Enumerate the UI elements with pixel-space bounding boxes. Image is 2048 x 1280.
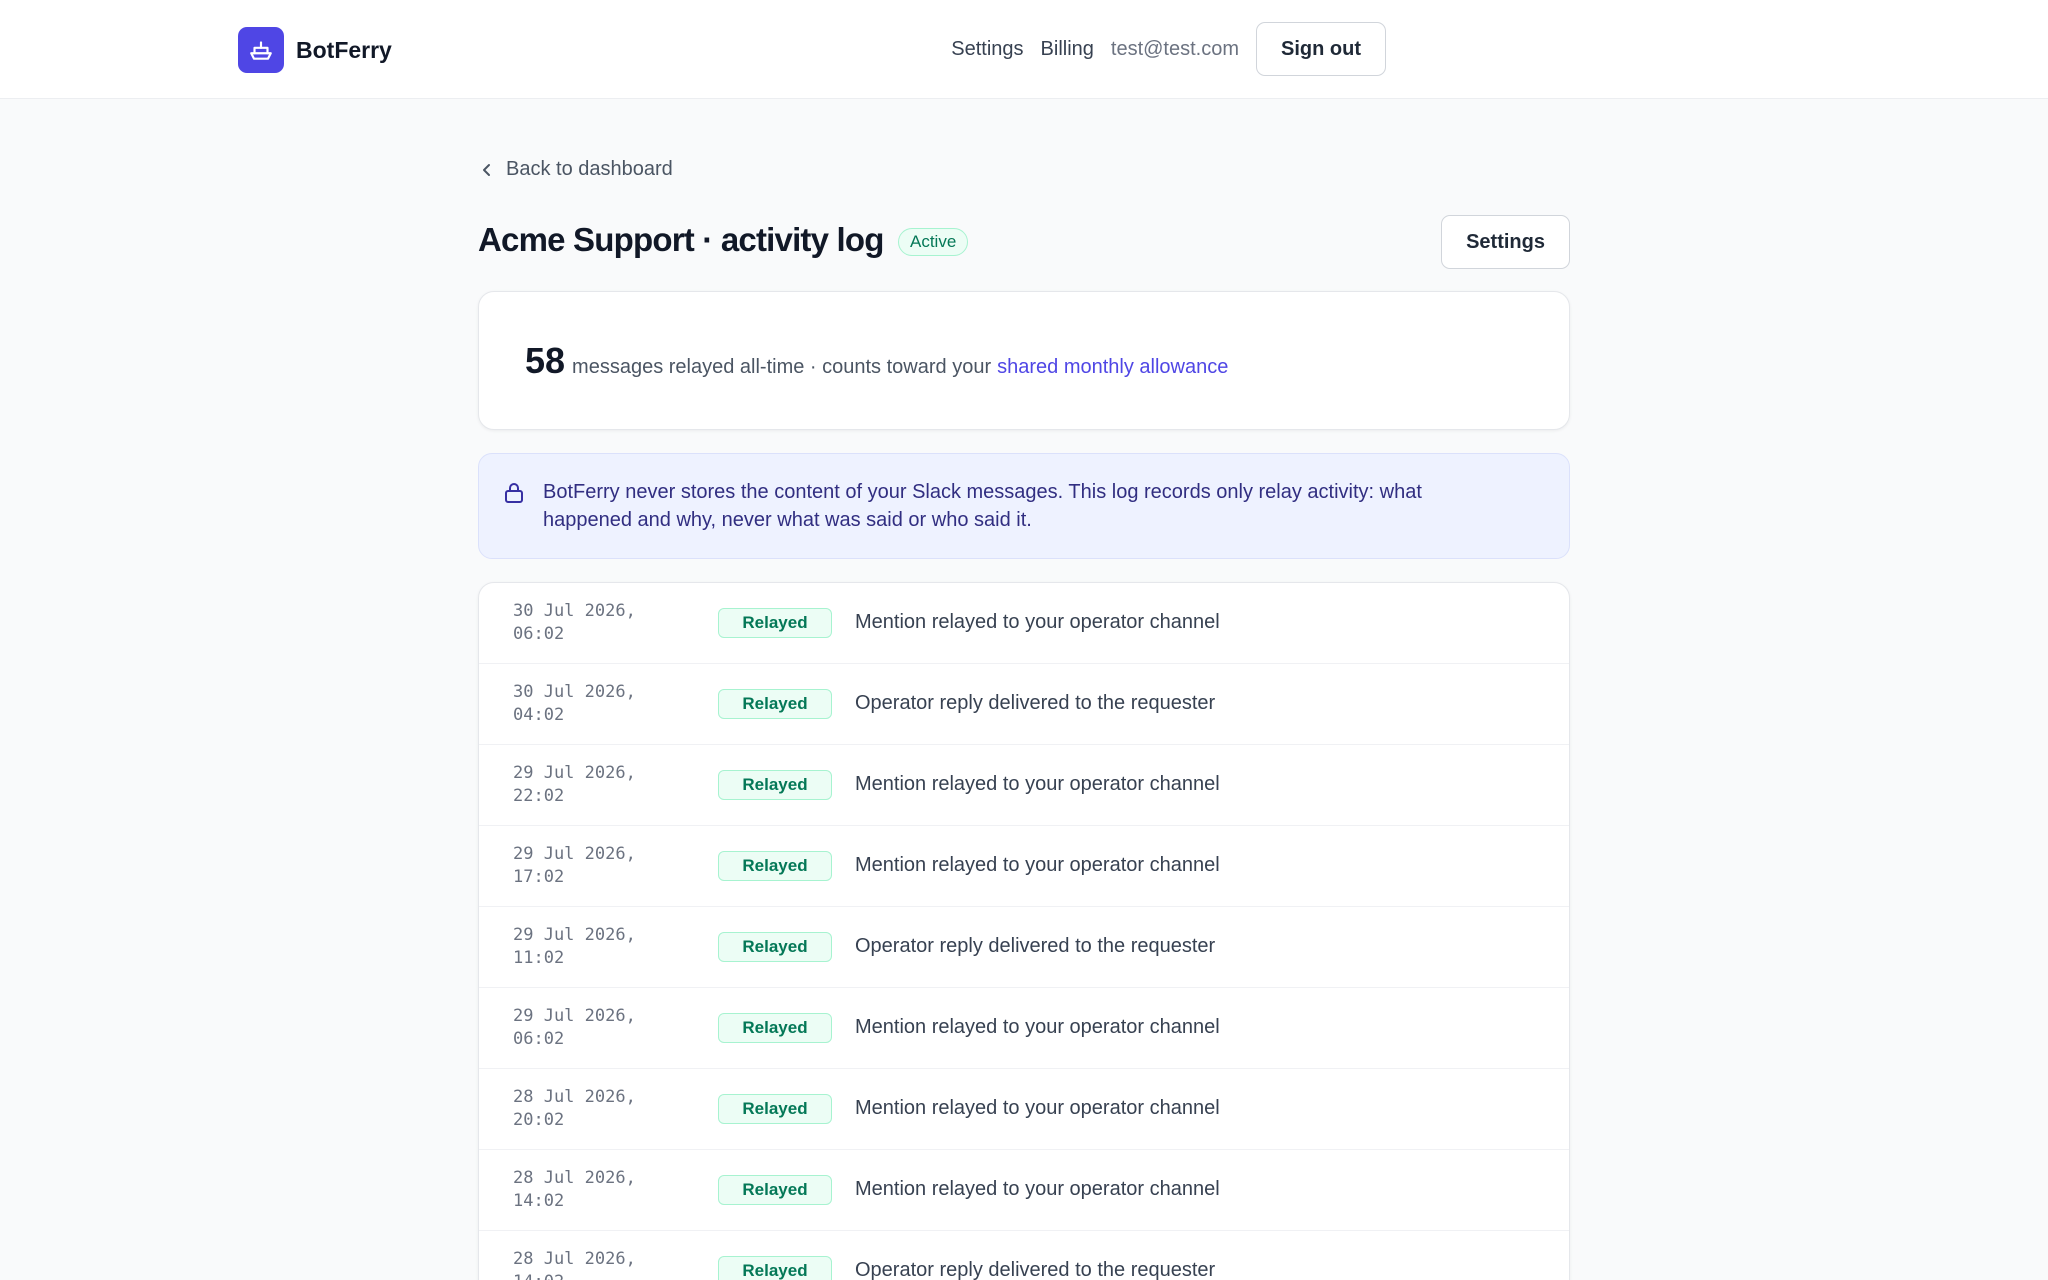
log-timestamp: 29 Jul 2026, 22:02 xyxy=(513,763,636,806)
privacy-notice: BotFerry never stores the content of you… xyxy=(478,453,1570,559)
log-message: Mention relayed to your operator channel xyxy=(855,1016,1220,1038)
log-message: Mention relayed to your operator channel xyxy=(855,611,1220,633)
shared-allowance-link[interactable]: shared monthly allowance xyxy=(997,356,1228,379)
nav-billing-link[interactable]: Billing xyxy=(1041,38,1094,61)
lock-icon xyxy=(505,483,523,503)
log-message: Mention relayed to your operator channel xyxy=(855,773,1220,795)
page-header: Acme Support · activity log Active Setti… xyxy=(478,215,1570,269)
log-row: 29 Jul 2026, 17:02 Relayed Mention relayed… xyxy=(479,826,1569,907)
log-message: Operator reply delivered to the requeste… xyxy=(855,935,1216,957)
log-row: 30 Jul 2026, 04:02 Relayed Operator reply … xyxy=(479,664,1569,745)
log-timestamp: 29 Jul 2026, 11:02 xyxy=(513,925,636,968)
ship-icon xyxy=(238,27,284,73)
status-badge: Active xyxy=(898,228,969,256)
relayed-badge: Relayed xyxy=(718,770,832,800)
activity-log: 30 Jul 2026, 06:02 Relayed Mention relayed… xyxy=(478,582,1570,1280)
log-timestamp: 28 Jul 2026, 20:02 xyxy=(513,1087,636,1130)
relayed-badge: Relayed xyxy=(718,1094,832,1124)
back-link-label: Back to dashboard xyxy=(506,158,673,180)
chevron-left-icon xyxy=(483,163,490,176)
relayed-count-text: messages relayed all-time · counts towar… xyxy=(572,356,992,378)
top-bar: BotFerry Settings Billing test@test.com … xyxy=(0,0,2048,99)
log-message: Operator reply delivered to the requeste… xyxy=(855,1259,1216,1280)
log-row: 28 Jul 2026, 20:02 Relayed Mention relayed… xyxy=(479,1069,1569,1150)
user-email: test@test.com xyxy=(1110,37,1240,60)
log-message: Operator reply delivered to the requeste… xyxy=(855,692,1216,714)
log-timestamp: 30 Jul 2026, 06:02 xyxy=(513,601,636,644)
log-row: 29 Jul 2026, 11:02 Relayed Operator reply … xyxy=(479,907,1569,988)
nav-settings-link[interactable]: Settings xyxy=(951,38,1023,61)
relayed-badge: Relayed xyxy=(718,932,832,962)
log-message: Mention relayed to your operator channel xyxy=(855,854,1220,876)
log-row: 28 Jul 2026, 14:02 Relayed Operator reply … xyxy=(479,1231,1569,1280)
log-message: Mention relayed to your operator channel xyxy=(855,1097,1220,1119)
relayed-badge: Relayed xyxy=(718,1013,832,1043)
log-timestamp: 30 Jul 2026, 04:02 xyxy=(513,682,636,725)
log-row: 30 Jul 2026, 06:02 Relayed Mention relayed… xyxy=(479,583,1569,664)
settings-button[interactable]: Settings xyxy=(1441,215,1570,269)
back-to-dashboard-link[interactable]: Back to dashboard xyxy=(480,158,673,181)
relayed-badge: Relayed xyxy=(718,608,832,638)
log-timestamp: 29 Jul 2026, 17:02 xyxy=(513,844,636,887)
privacy-notice-text: BotFerry never stores the content of you… xyxy=(543,481,1422,531)
activity-log-list: 30 Jul 2026, 06:02 Relayed Mention relayed… xyxy=(479,583,1569,1280)
relayed-count: 58 xyxy=(525,340,566,381)
top-nav: Settings Billing test@test.com Sign out xyxy=(951,22,1386,76)
log-timestamp: 29 Jul 2026, 06:02 xyxy=(513,1006,636,1049)
log-row: 29 Jul 2026, 06:02 Relayed Mention relayed… xyxy=(479,988,1569,1069)
stats-card: 58 messages relayed all-time · counts to… xyxy=(478,291,1570,430)
brand[interactable]: BotFerry xyxy=(238,27,392,73)
brand-name: BotFerry xyxy=(296,36,392,63)
log-timestamp: 28 Jul 2026, 14:02 xyxy=(513,1249,636,1280)
log-message: Mention relayed to your operator channel xyxy=(855,1178,1220,1200)
sign-out-button[interactable]: Sign out xyxy=(1256,22,1386,76)
log-row: 29 Jul 2026, 22:02 Relayed Mention relayed… xyxy=(479,745,1569,826)
relayed-badge: Relayed xyxy=(718,689,832,719)
log-timestamp: 28 Jul 2026, 14:02 xyxy=(513,1168,636,1211)
page-title: Acme Support · activity log xyxy=(478,221,884,258)
relayed-badge: Relayed xyxy=(718,851,832,881)
relayed-badge: Relayed xyxy=(718,1175,832,1205)
log-row: 28 Jul 2026, 14:02 Relayed Mention relayed… xyxy=(479,1150,1569,1231)
relayed-badge: Relayed xyxy=(718,1256,832,1280)
